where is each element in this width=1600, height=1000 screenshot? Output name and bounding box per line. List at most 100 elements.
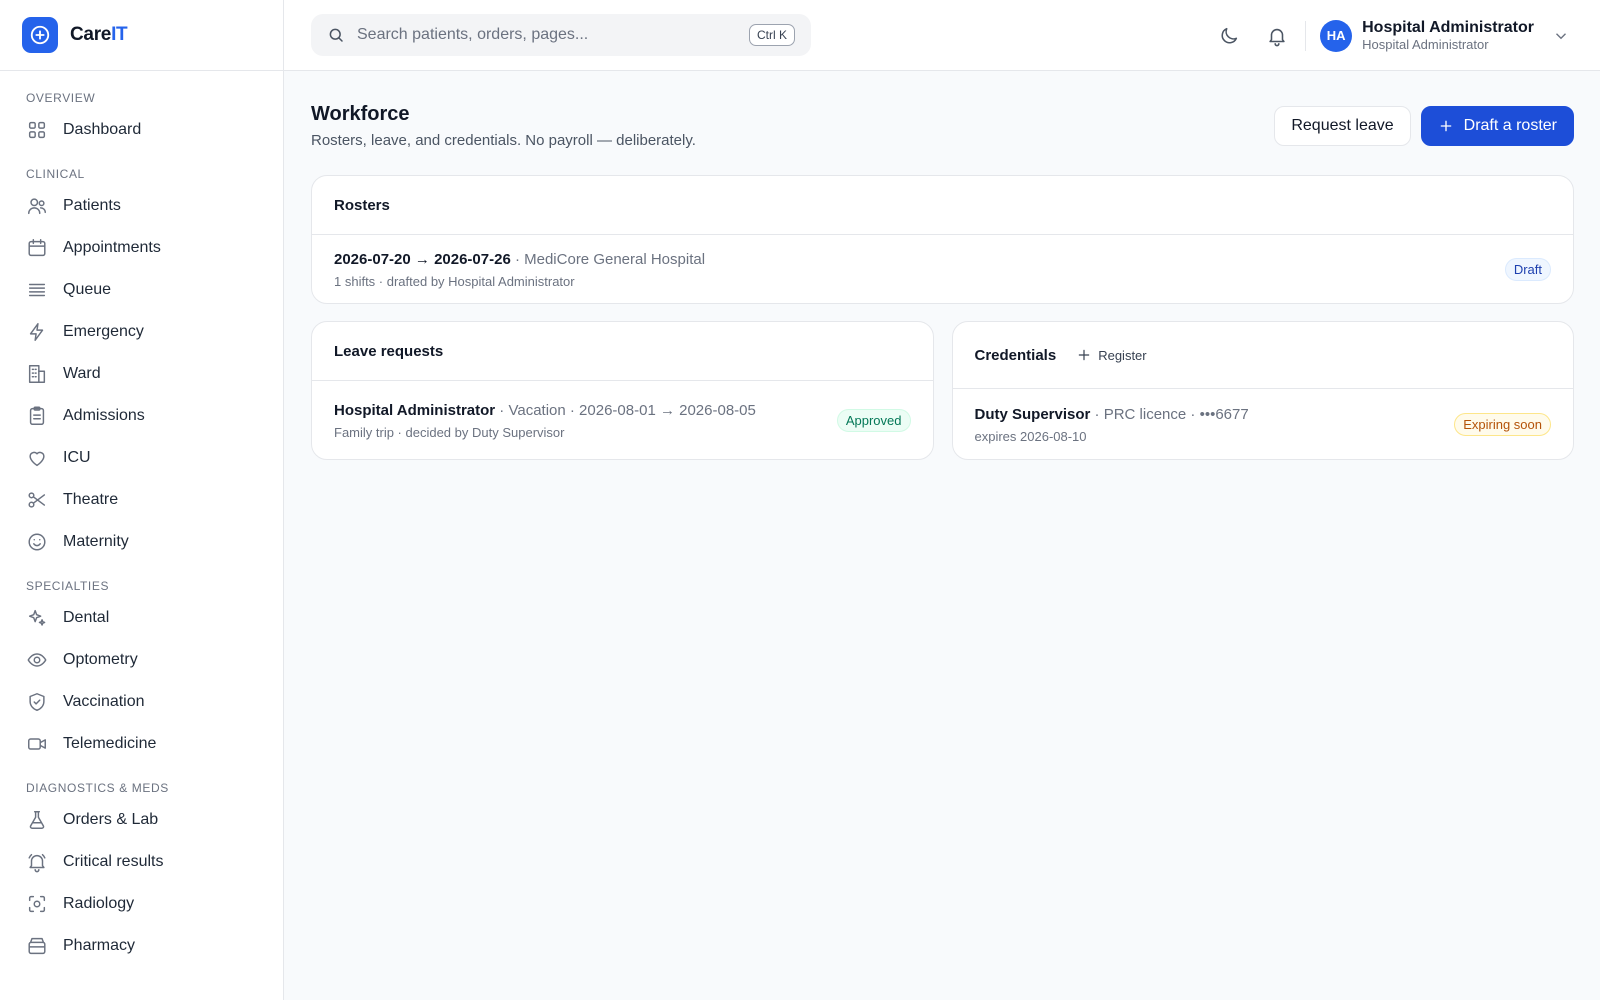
- plus-circle-icon: [22, 17, 58, 53]
- leave-info: Hospital Administrator · Vacation · 2026…: [334, 401, 756, 440]
- leave-row[interactable]: Hospital Administrator · Vacation · 2026…: [312, 381, 933, 459]
- header-divider: [1305, 20, 1307, 51]
- top-bar: Ctrl K HA Hospital Administrator Hospita…: [284, 0, 1600, 71]
- chevron-down-icon: [1556, 32, 1566, 39]
- leave-requests-title: Leave requests: [312, 322, 933, 381]
- user-info: Hospital Administrator Hospital Administ…: [1362, 18, 1534, 53]
- main-content: Workforce Rosters, leave, and credential…: [311, 71, 1574, 460]
- roster-period: 2026-07-20 → 2026-07-26: [334, 250, 511, 268]
- sidebar-item-theatre[interactable]: Theatre: [0, 479, 283, 521]
- building-icon: [28, 365, 46, 383]
- list-icon: [28, 283, 46, 297]
- leave-details: · Vacation · 2026-08-01 → 2026-08-05: [495, 401, 756, 419]
- sidebar-item-radiology[interactable]: Radiology: [0, 883, 283, 925]
- dark-mode-toggle[interactable]: [1211, 18, 1247, 54]
- sidebar-item-label: Dashboard: [63, 121, 142, 138]
- sidebar-item-critical-results[interactable]: Critical results: [0, 841, 283, 883]
- sidebar-item-admissions[interactable]: Admissions: [0, 395, 283, 437]
- calendar-icon: [28, 239, 46, 257]
- shield-check-icon: [29, 693, 45, 711]
- sidebar-item-dental[interactable]: Dental: [0, 597, 283, 639]
- sparkles-icon: [28, 609, 46, 626]
- search-icon: [329, 28, 343, 42]
- roster-meta: 1 shifts · drafted by Hospital Administr…: [334, 273, 575, 289]
- bell-icon: [1269, 28, 1285, 46]
- sidebar-item-label: Orders & Lab: [63, 811, 159, 828]
- leave-person: Hospital Administrator: [334, 401, 496, 419]
- sidebar-item-label: Critical results: [63, 853, 164, 870]
- nav-section-overview: Overview: [26, 91, 96, 105]
- plus-icon: [1078, 349, 1090, 361]
- status-badge: Approved: [836, 408, 911, 432]
- sidebar-item-label: Emergency: [63, 323, 144, 340]
- rosters-title: Rosters: [312, 176, 1573, 235]
- notifications-button[interactable]: [1259, 18, 1295, 54]
- page-actions: Request leave Draft a roster: [1274, 106, 1574, 146]
- search-bar[interactable]: Ctrl K: [311, 14, 811, 56]
- sidebar-item-emergency[interactable]: Emergency: [0, 311, 283, 353]
- register-button[interactable]: Register: [1076, 347, 1147, 363]
- credential-row[interactable]: Duty Supervisor · PRC licence · •••6677 …: [953, 389, 1574, 459]
- scissors-icon: [28, 492, 46, 508]
- roster-info: 2026-07-20 → 2026-07-26 · MediCore Gener…: [334, 250, 705, 289]
- user-menu[interactable]: HA Hospital Administrator Hospital Admin…: [1320, 18, 1570, 53]
- user-role: Hospital Administrator: [1362, 37, 1489, 52]
- nav-section-specialties: Specialties: [26, 579, 110, 593]
- sidebar-item-label: Admissions: [63, 407, 145, 424]
- brand-name-main: Care: [70, 24, 112, 45]
- draft-roster-button[interactable]: Draft a roster: [1420, 106, 1574, 146]
- rosters-card: Rosters 2026-07-20 → 2026-07-26 · MediCo…: [311, 175, 1574, 304]
- sidebar-item-label: Dental: [63, 609, 110, 626]
- sidebar-item-queue[interactable]: Queue: [0, 269, 283, 311]
- smile-icon: [28, 533, 46, 551]
- roster-location: · MediCore General Hospital: [510, 250, 706, 268]
- sidebar-item-ward[interactable]: Ward: [0, 353, 283, 395]
- credential-info: Duty Supervisor · PRC licence · •••6677 …: [975, 405, 1249, 444]
- sidebar-item-label: Pharmacy: [63, 937, 136, 954]
- heart-icon: [29, 451, 45, 467]
- sidebar-item-label: Ward: [63, 365, 101, 382]
- credential-meta: expires 2026-08-10: [974, 428, 1087, 444]
- draft-roster-label: Draft a roster: [1463, 117, 1557, 134]
- sidebar-item-appointments[interactable]: Appointments: [0, 227, 283, 269]
- credentials-header: Credentials Register: [952, 322, 1573, 389]
- request-leave-button[interactable]: Request leave: [1274, 106, 1411, 146]
- sidebar-item-label: Theatre: [63, 491, 119, 508]
- sidebar-item-dashboard[interactable]: Dashboard: [0, 109, 283, 151]
- sidebar-item-telemedicine[interactable]: Telemedicine: [0, 723, 283, 765]
- sidebar-item-label: Optometry: [63, 651, 138, 668]
- sidebar-item-label: Vaccination: [63, 693, 145, 710]
- brand-name: CareIT: [70, 24, 128, 46]
- sidebar-item-icu[interactable]: ICU: [0, 437, 283, 479]
- credential-details: · PRC licence · •••6677: [1090, 405, 1249, 423]
- search-input[interactable]: [357, 26, 737, 44]
- sidebar-item-label: Patients: [63, 197, 121, 214]
- sidebar-item-patients[interactable]: Patients: [0, 185, 283, 227]
- sidebar-item-label: Radiology: [63, 895, 135, 912]
- sidebar-item-optometry[interactable]: Optometry: [0, 639, 283, 681]
- sidebar-item-label: Maternity: [63, 533, 129, 550]
- eye-icon: [27, 653, 47, 667]
- header-actions: HA Hospital Administrator Hospital Admin…: [1211, 0, 1570, 71]
- sidebar-item-pharmacy[interactable]: Pharmacy: [0, 925, 283, 967]
- roster-row[interactable]: 2026-07-20 → 2026-07-26 · MediCore Gener…: [312, 235, 1573, 303]
- status-badge: Draft: [1504, 257, 1551, 281]
- sidebar-item-vaccination[interactable]: Vaccination: [0, 681, 283, 723]
- flask-icon: [29, 811, 45, 829]
- leave-meta: Family trip · decided by Duty Supervisor: [334, 424, 565, 440]
- brand-name-accent: IT: [111, 24, 128, 45]
- nav-section-diagnostics: Diagnostics & Meds: [26, 781, 169, 795]
- sidebar-item-label: Appointments: [63, 239, 161, 256]
- status-badge: Expiring soon: [1454, 412, 1551, 436]
- lightning-icon: [29, 323, 44, 341]
- brand[interactable]: CareIT: [0, 0, 283, 71]
- clipboard-icon: [29, 406, 45, 425]
- search-shortcut-badge: Ctrl K: [749, 24, 795, 46]
- leave-requests-card: Leave requests Hospital Administrator · …: [311, 321, 934, 460]
- users-icon: [28, 198, 46, 215]
- sidebar-item-maternity[interactable]: Maternity: [0, 521, 283, 563]
- credentials-card: Credentials Register Duty Supervisor · P…: [951, 321, 1574, 460]
- grid-icon: [28, 121, 46, 139]
- sidebar-item-orders-lab[interactable]: Orders & Lab: [0, 799, 283, 841]
- credential-main: Duty Supervisor · PRC licence · •••6677: [975, 405, 1249, 425]
